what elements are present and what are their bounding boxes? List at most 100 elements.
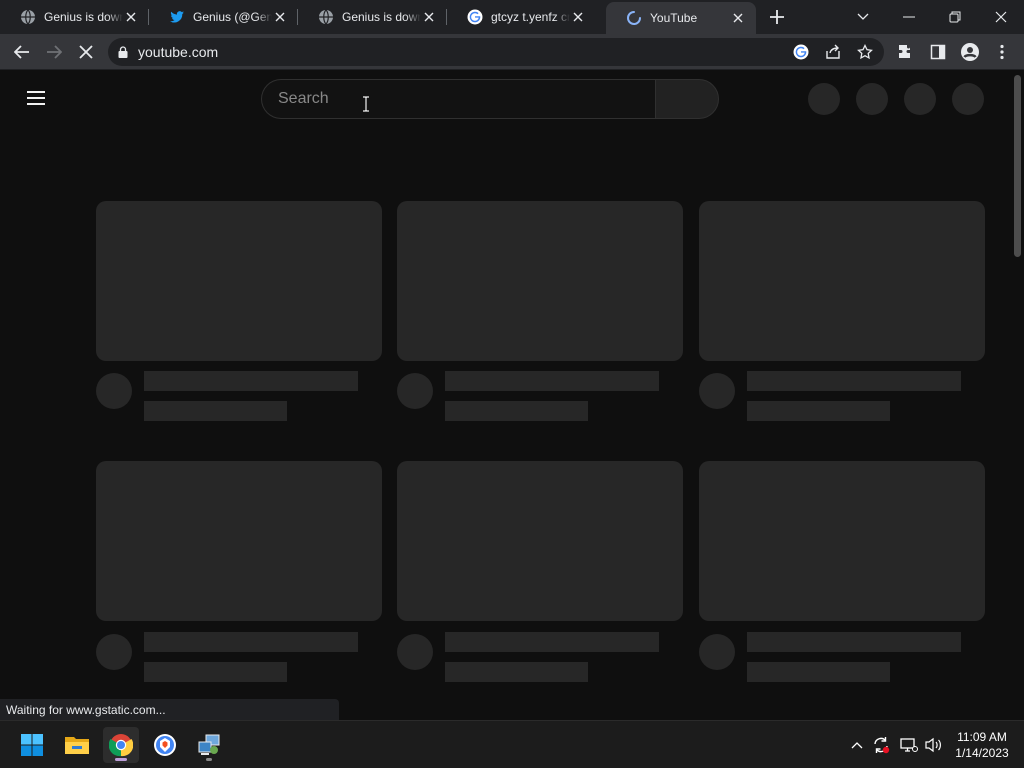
restore-icon <box>949 11 961 23</box>
side-panel-icon <box>930 44 946 60</box>
side-panel-button[interactable] <box>926 40 950 64</box>
meta-placeholder <box>747 662 890 682</box>
active-app-indicator <box>115 758 127 761</box>
meta-placeholder <box>144 401 287 421</box>
video-thumbnail-placeholder <box>397 461 683 621</box>
sync-alert-icon <box>874 737 890 754</box>
close-icon <box>995 11 1007 23</box>
running-app-indicator <box>206 758 212 761</box>
profile-icon <box>961 43 979 61</box>
scrollbar-thumb[interactable] <box>1014 75 1021 257</box>
clock-date: 1/14/2023 <box>955 746 1009 760</box>
video-thumbnail-placeholder <box>397 201 683 361</box>
google-icon <box>467 9 483 25</box>
close-tab-icon[interactable] <box>421 9 437 25</box>
tab-search-button[interactable] <box>840 0 886 34</box>
bookmark-star-icon[interactable] <box>856 43 874 61</box>
hamburger-line <box>27 97 45 99</box>
tab-title: gtcyz t.yenfz crfs <box>491 10 570 24</box>
plus-icon <box>770 10 784 24</box>
channel-avatar-placeholder <box>96 634 132 670</box>
tab-youtube[interactable]: YouTube <box>606 2 756 34</box>
close-tab-icon[interactable] <box>570 9 586 25</box>
close-tab-icon[interactable] <box>123 9 139 25</box>
tab-genius-down-2[interactable]: Genius is down <box>298 0 447 34</box>
taskbar-brave[interactable] <box>147 727 183 763</box>
forward-button[interactable] <box>42 40 66 64</box>
title-placeholder <box>144 632 358 652</box>
title-placeholder <box>144 371 358 391</box>
tab-genius-twitter[interactable]: Genius (@Genius) / Twitter <box>149 0 298 34</box>
page-scrollbar[interactable] <box>1010 71 1024 720</box>
title-placeholder <box>445 371 659 391</box>
google-lens-icon[interactable] <box>792 43 810 61</box>
taskbar-file-explorer[interactable] <box>59 727 95 763</box>
close-tab-icon[interactable] <box>272 9 288 25</box>
youtube-page: Waiting for www.gstatic.com... <box>0 71 1024 720</box>
channel-avatar-placeholder <box>699 373 735 409</box>
taskbar-chrome[interactable] <box>103 727 139 763</box>
chrome-icon <box>109 734 133 757</box>
title-placeholder <box>445 632 659 652</box>
hamburger-line <box>27 103 45 105</box>
kebab-menu-icon <box>1000 44 1004 60</box>
arrow-left-icon <box>14 45 29 59</box>
tab-genius-down-1[interactable]: Genius is down <box>0 0 149 34</box>
clock-time: 11:09 AM <box>957 730 1007 744</box>
file-explorer-icon <box>65 737 89 754</box>
video-thumbnail-placeholder <box>96 461 382 621</box>
share-icon[interactable] <box>824 43 842 61</box>
sync-status-button[interactable] <box>871 735 891 755</box>
back-button[interactable] <box>10 40 34 64</box>
search-input[interactable] <box>278 90 656 108</box>
globe-icon <box>319 9 333 25</box>
search-button[interactable] <box>655 79 719 119</box>
search-box[interactable] <box>261 79 656 119</box>
globe-icon <box>21 9 35 25</box>
taskbar-clock[interactable]: 11:09 AM 1/14/2023 <box>944 729 1020 761</box>
browser-toolbar: youtube.com <box>0 34 1024 70</box>
twitter-icon <box>170 11 184 23</box>
lock-icon[interactable] <box>118 46 128 58</box>
guide-menu-button[interactable] <box>27 91 45 105</box>
status-bubble: Waiting for www.gstatic.com... <box>0 699 339 720</box>
tab-google-search[interactable]: gtcyz t.yenfz crfs <box>447 0 596 34</box>
start-button[interactable] <box>14 727 50 763</box>
channel-avatar-placeholder <box>397 373 433 409</box>
taskbar-network-app[interactable] <box>191 727 227 763</box>
tab-title: Genius is down <box>342 10 421 24</box>
video-thumbnail-placeholder <box>96 201 382 361</box>
network-icon <box>900 738 918 752</box>
speaker-icon <box>925 737 941 753</box>
url-text: youtube.com <box>138 44 219 60</box>
tab-strip: Genius is down Genius (@Genius) / Twitte… <box>0 0 1024 34</box>
restore-button[interactable] <box>932 0 978 34</box>
network-status-button[interactable] <box>899 735 919 755</box>
stop-loading-button[interactable] <box>74 40 98 64</box>
address-bar[interactable]: youtube.com <box>108 38 884 66</box>
browser-menu-button[interactable] <box>990 40 1014 64</box>
video-thumbnail-placeholder <box>699 201 985 361</box>
close-window-button[interactable] <box>978 0 1024 34</box>
tab-title: Genius (@Genius) / Twitter <box>193 10 272 24</box>
channel-avatar-placeholder <box>397 634 433 670</box>
tab-title: YouTube <box>650 11 698 25</box>
header-placeholder-button[interactable] <box>856 83 888 115</box>
extensions-button[interactable] <box>894 40 918 64</box>
header-placeholder-button[interactable] <box>808 83 840 115</box>
profile-button[interactable] <box>958 40 982 64</box>
chevron-down-icon <box>857 13 869 20</box>
new-tab-button[interactable] <box>767 7 787 27</box>
header-placeholder-button[interactable] <box>904 83 936 115</box>
stop-icon <box>79 45 93 59</box>
tab-title: Genius is down <box>44 10 123 24</box>
meta-placeholder <box>445 662 588 682</box>
brave-icon <box>154 734 176 756</box>
show-hidden-icons-button[interactable] <box>847 735 867 755</box>
minimize-button[interactable] <box>886 0 932 34</box>
close-tab-icon[interactable] <box>730 10 746 26</box>
header-placeholder-button[interactable] <box>952 83 984 115</box>
loading-spinner-icon <box>627 11 641 25</box>
volume-button[interactable] <box>924 735 944 755</box>
puzzle-icon <box>899 45 910 58</box>
